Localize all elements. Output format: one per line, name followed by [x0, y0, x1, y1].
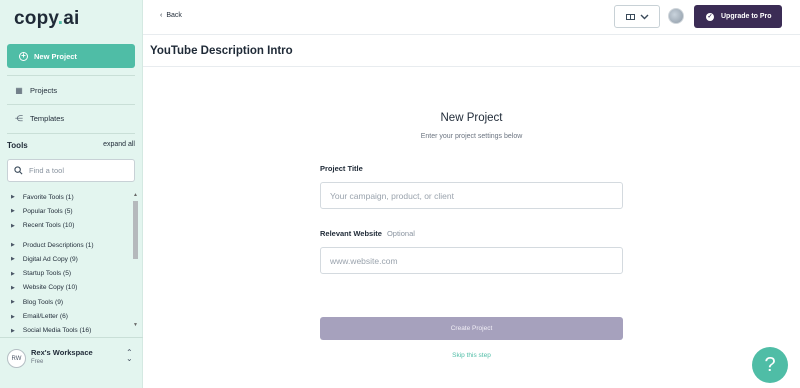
project-title-label: Project Title: [320, 164, 363, 173]
tool-search-input[interactable]: [29, 166, 129, 175]
sidebar-item-projects[interactable]: ▦ Projects: [7, 76, 135, 104]
plus-circle-icon: +: [19, 51, 28, 61]
optional-tag: Optional: [386, 229, 415, 238]
form-title: New Project: [440, 112, 503, 124]
back-button[interactable]: ‹ Back: [160, 12, 182, 19]
tool-group-label: Favorite Tools (1): [22, 193, 74, 201]
user-avatar[interactable]: [668, 8, 684, 24]
title-divider: [143, 66, 800, 67]
sidebar-item-label: Templates: [30, 113, 65, 123]
tool-group-label: Recent Tools (10): [22, 222, 75, 230]
help-button[interactable]: ?: [752, 347, 788, 383]
tool-group-blog[interactable]: ▶ Blog Tools (9): [7, 295, 131, 309]
skip-step-link[interactable]: Skip this step: [320, 352, 623, 359]
caret-right-icon: ▶: [11, 270, 15, 277]
scroll-down-icon[interactable]: ▼: [132, 322, 139, 328]
website-label: Relevant Website Optional: [320, 229, 415, 238]
caret-right-icon: ▶: [11, 208, 15, 215]
upgrade-label: Upgrade to Pro: [721, 13, 772, 20]
question-mark-icon: ?: [764, 353, 776, 376]
tool-group-label: Popular Tools (5): [22, 207, 73, 215]
upgrade-to-pro-button[interactable]: ✓ Upgrade to Pro: [694, 5, 782, 28]
tool-search[interactable]: [7, 159, 135, 182]
sidebar: copy.ai + New Project ▦ Projects ⋲ Templ…: [0, 0, 143, 388]
tool-list: ▶ Favorite Tools (1) ▶ Popular Tools (5) ▶…: [7, 190, 131, 338]
tool-group-digital-ad-copy[interactable]: ▶ Digital Ad Copy (9): [7, 252, 131, 266]
page-title: YouTube Description Intro: [150, 45, 293, 57]
scrollbar-thumb[interactable]: [133, 201, 138, 259]
caret-right-icon: ▶: [11, 327, 15, 334]
tool-group-label: Email/Letter (6): [22, 313, 68, 321]
sidebar-item-label: Projects: [30, 85, 58, 95]
check-badge-icon: ✓: [706, 12, 714, 21]
search-icon: [14, 166, 23, 175]
website-label-text: Relevant Website: [320, 229, 382, 238]
templates-icon: ⋲: [15, 113, 23, 123]
tools-title: Tools: [7, 141, 28, 150]
project-title-field[interactable]: [320, 182, 623, 209]
tool-group-label: Startup Tools (5): [22, 270, 72, 278]
tool-group-label: Website Copy (10): [22, 284, 78, 292]
workspace-avatar: RW: [7, 349, 26, 368]
chevron-up-down-icon[interactable]: ⌃ ⌄: [126, 349, 133, 363]
workspace-switcher[interactable]: RW Rex's Workspace Free ⌃ ⌄: [0, 337, 143, 388]
new-project-button[interactable]: + New Project: [7, 44, 135, 68]
tool-group-favorite[interactable]: ▶ Favorite Tools (1): [7, 190, 131, 204]
app-root: copy.ai + New Project ▦ Projects ⋲ Templ…: [0, 0, 800, 388]
tool-group-popular[interactable]: ▶ Popular Tools (5): [7, 204, 131, 218]
tool-group-product-descriptions[interactable]: ▶ Product Descriptions (1): [7, 238, 131, 252]
language-selector[interactable]: [614, 5, 660, 28]
tool-group-recent[interactable]: ▶ Recent Tools (10): [7, 219, 131, 233]
tool-group-label: Digital Ad Copy (9): [22, 255, 78, 263]
tool-list-scrollbar[interactable]: ▲ ▼: [132, 192, 139, 328]
chevron-down-icon: [640, 14, 648, 19]
caret-right-icon: ▶: [11, 194, 15, 201]
create-project-button[interactable]: Create Project: [320, 317, 623, 340]
flag-icon: [625, 13, 635, 20]
tool-group-website-copy[interactable]: ▶ Website Copy (10): [7, 281, 131, 295]
new-project-label: New Project: [34, 51, 77, 61]
caret-right-icon: ▶: [11, 256, 15, 263]
tool-group-social-media[interactable]: ▶ Social Media Tools (16): [7, 324, 131, 338]
expand-all-link[interactable]: expand all: [103, 141, 135, 150]
workspace-name: Rex's Workspace: [31, 348, 93, 357]
sidebar-item-templates[interactable]: ⋲ Templates: [7, 104, 135, 132]
tool-group-startup[interactable]: ▶ Startup Tools (5): [7, 266, 131, 280]
tool-group-label: Blog Tools (9): [22, 298, 64, 306]
copyai-logo[interactable]: copy.ai: [14, 8, 79, 30]
tool-group-label: Social Media Tools (16): [22, 327, 92, 335]
caret-right-icon: ▶: [11, 313, 15, 320]
workspace-plan: Free: [31, 359, 44, 365]
project-title-input[interactable]: [321, 183, 622, 208]
caret-right-icon: ▶: [11, 222, 15, 229]
caret-right-icon: ▶: [11, 299, 15, 306]
chevron-left-icon: ‹: [160, 12, 163, 19]
grid-icon: ▦: [15, 85, 23, 95]
caret-right-icon: ▶: [11, 284, 15, 291]
website-field[interactable]: [320, 247, 623, 274]
caret-right-icon: ▶: [11, 242, 15, 249]
tools-header: Tools expand all: [7, 141, 135, 150]
website-input[interactable]: [321, 248, 622, 273]
scroll-up-icon[interactable]: ▲: [132, 192, 139, 198]
form-subtitle: Enter your project settings below: [420, 133, 523, 140]
tool-group-email-letter[interactable]: ▶ Email/Letter (6): [7, 309, 131, 323]
topbar: ‹ Back ✓ Upgrade to Pro: [143, 0, 800, 35]
sidebar-divider: [7, 133, 135, 134]
tool-group-label: Product Descriptions (1): [22, 241, 94, 249]
back-label: Back: [166, 12, 182, 19]
